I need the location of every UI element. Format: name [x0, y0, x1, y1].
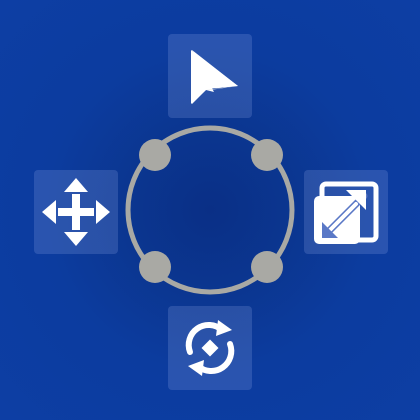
scale-tool-button[interactable] — [304, 170, 388, 254]
cursor-arrow-icon — [191, 50, 238, 104]
gizmo-handle-top-left[interactable] — [139, 139, 171, 171]
gizmo-handle-bottom-left[interactable] — [139, 251, 171, 283]
rotate-cycle-icon — [185, 320, 235, 376]
transform-gizmo[interactable] — [122, 122, 298, 298]
gizmo-handle-bottom-right[interactable] — [251, 251, 283, 283]
rotate-tool-button[interactable] — [168, 306, 252, 390]
gizmo-handle-top-right[interactable] — [251, 139, 283, 171]
resize-diagonal-icon — [314, 181, 379, 244]
move-tool-button[interactable] — [34, 170, 118, 254]
select-tool-button[interactable] — [168, 34, 252, 118]
editor-canvas[interactable] — [0, 0, 420, 420]
move-arrows-icon — [42, 178, 110, 246]
